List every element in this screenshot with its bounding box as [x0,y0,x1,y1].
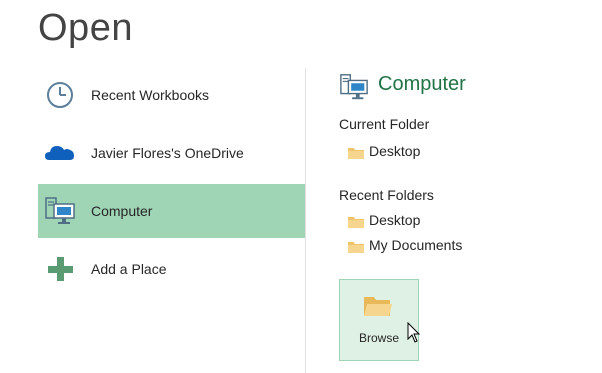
folder-label: My Documents [369,237,463,253]
place-onedrive[interactable]: Javier Flores's OneDrive [38,126,305,180]
folder-open-icon [363,294,393,318]
recent-folders-label: Recent Folders [339,187,434,203]
pane-divider [305,68,306,373]
place-label: Add a Place [91,261,167,277]
current-folder-label: Current Folder [339,116,430,132]
computer-icon [339,72,369,102]
place-computer[interactable]: Computer [38,184,305,238]
place-label: Javier Flores's OneDrive [91,145,244,161]
location-heading: Computer [339,68,599,102]
place-label: Computer [91,203,153,219]
browse-button[interactable]: Browse [339,279,419,361]
mouse-pointer-icon [407,321,421,344]
computer-icon [44,196,76,226]
folder-label: Desktop [369,212,421,228]
folder-icon [348,240,364,253]
place-label: Recent Workbooks [91,87,210,103]
location-title: Computer [378,73,466,95]
folder-icon [348,215,364,228]
page-title: Open [38,7,133,49]
folder-label: Desktop [369,143,421,159]
places-list: Recent Workbooks Javier Flores's OneDriv… [38,68,305,300]
place-add-a-place[interactable]: Add a Place [38,242,305,296]
place-recent-workbooks[interactable]: Recent Workbooks [38,68,305,122]
folder-icon [348,146,364,159]
cloud-icon [44,138,76,168]
clock-icon [44,80,76,110]
plus-icon [44,254,76,284]
